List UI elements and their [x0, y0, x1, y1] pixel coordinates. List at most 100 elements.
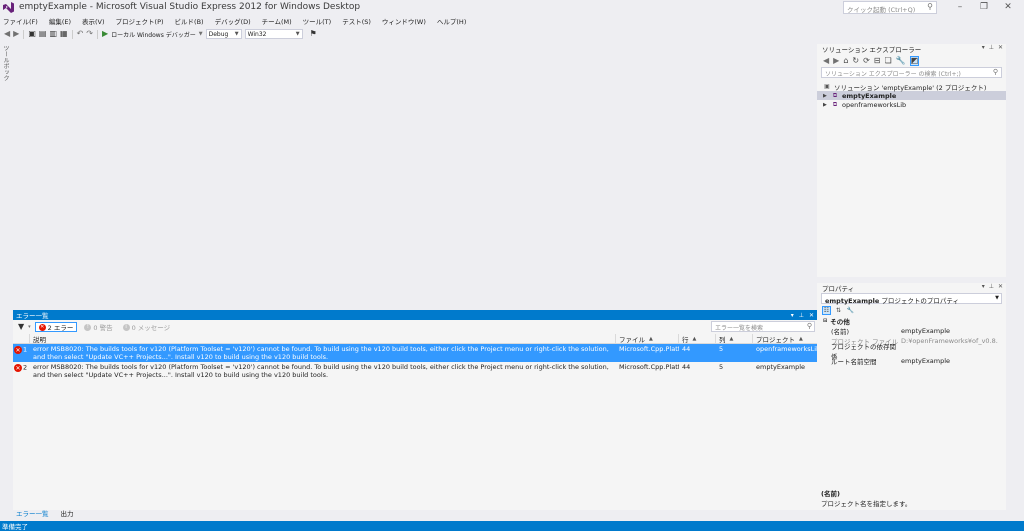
preview-icon[interactable]: ◩: [909, 55, 920, 66]
messages-filter-button[interactable]: i 0 メッセージ: [120, 322, 174, 332]
forward-icon[interactable]: ▶: [833, 56, 839, 65]
title-bar: emptyExample - Microsoft Visual Studio E…: [0, 0, 1024, 15]
solution-search-input[interactable]: ソリューション エクスプローラー の検索 (Ctrl+;) ⚲: [821, 67, 1002, 78]
menu-build[interactable]: ビルド(B): [175, 16, 204, 26]
start-debugging-icon[interactable]: ▶: [102, 30, 108, 38]
pin-icon[interactable]: ⊥: [989, 44, 994, 51]
error-list-search-input[interactable]: エラー一覧を検索 ⚲: [711, 321, 815, 332]
close-icon[interactable]: ✕: [809, 312, 814, 319]
close-icon[interactable]: ✕: [998, 283, 1003, 290]
property-row[interactable]: プロジェクトの依存関係: [821, 343, 1002, 361]
property-value[interactable]: emptyExample: [901, 327, 1002, 335]
property-description: (名前) プロジェクト名を指定します。: [821, 488, 911, 508]
errors-filter-button[interactable]: ✕ 2 エラー: [34, 322, 78, 332]
panel-title: ソリューション エクスプローラー: [822, 46, 922, 54]
find-in-files-icon[interactable]: ⚑: [310, 30, 317, 38]
debugger-label[interactable]: ローカル Windows デバッガー: [111, 30, 196, 39]
home-icon[interactable]: ⌂: [843, 56, 848, 65]
properties-object-selector[interactable]: emptyExample プロジェクトのプロパティ ▼: [821, 293, 1002, 305]
property-pages-icon[interactable]: 🔧: [846, 306, 855, 315]
refresh-icon[interactable]: ⟳: [863, 56, 870, 65]
save-all-icon[interactable]: ▦: [60, 30, 68, 38]
header-line[interactable]: 行 ▲: [679, 334, 716, 344]
error-row[interactable]: ✕ 2 error MSB8020: The builds tools for v…: [13, 362, 817, 380]
close-button[interactable]: ✕: [999, 0, 1017, 14]
property-category[interactable]: ⊟ その他: [821, 316, 1002, 326]
error-line: 44: [682, 363, 691, 371]
quick-launch-input[interactable]: クイック起動 (Ctrl+Q) ⚲: [843, 1, 937, 14]
alphabetical-icon[interactable]: ⇅: [834, 306, 843, 315]
save-icon[interactable]: ▥: [49, 30, 57, 38]
header-description[interactable]: 説明: [30, 334, 616, 344]
minimize-button[interactable]: –: [951, 0, 969, 14]
chevron-down-icon[interactable]: ▾: [28, 324, 31, 330]
warnings-filter-button[interactable]: ! 0 警告: [81, 322, 115, 332]
menu-debug[interactable]: デバッグ(D): [215, 16, 251, 26]
toolbox-tab[interactable]: ツールボックス: [1, 45, 10, 85]
menu-tools[interactable]: ツール(T): [303, 16, 332, 26]
back-icon[interactable]: ◀: [823, 56, 829, 65]
menu-file[interactable]: ファイル(F): [3, 16, 38, 26]
undo-icon[interactable]: ↶: [77, 30, 84, 38]
menu-team[interactable]: チーム(M): [262, 16, 292, 26]
dropdown-icon[interactable]: ▾: [791, 312, 794, 319]
tab-error-list[interactable]: エラー一覧: [13, 507, 52, 519]
collapse-all-icon[interactable]: ⊟: [874, 56, 881, 65]
menu-help[interactable]: ヘルプ(H): [437, 16, 466, 26]
properties-wrench-icon[interactable]: 🔧: [896, 56, 906, 65]
panel-title: プロパティ: [822, 285, 855, 293]
categorized-icon[interactable]: ☷: [822, 305, 831, 315]
error-line: 44: [682, 345, 691, 353]
solution-icon: ▣: [824, 83, 830, 90]
header-project[interactable]: プロジェクト ▲: [753, 334, 817, 344]
chevron-down-icon: ▼: [995, 295, 999, 301]
property-value[interactable]: emptyExample: [901, 357, 1002, 365]
tree-item-openframeworkslib[interactable]: ▶ ⧉ openframeworksLib: [817, 100, 1006, 109]
expand-icon[interactable]: ▶: [823, 102, 831, 108]
show-all-files-icon[interactable]: ❏: [885, 56, 892, 65]
quick-launch-placeholder: クイック起動 (Ctrl+Q): [847, 6, 916, 14]
restore-button[interactable]: ❐: [975, 0, 993, 14]
forward-icon[interactable]: ▶: [13, 30, 19, 38]
error-file: Microsoft.Cpp.Platfo: [619, 363, 679, 371]
menu-project[interactable]: プロジェクト(P): [116, 16, 164, 26]
pin-icon[interactable]: ⊥: [989, 283, 994, 290]
tree-item-solution[interactable]: ▣ ソリューション 'emptyExample' (2 プロジェクト): [817, 82, 1006, 92]
header-file[interactable]: ファイル ▲: [616, 334, 679, 344]
sort-icon: ▲: [649, 335, 653, 342]
configuration-dropdown[interactable]: Debug ▼: [205, 29, 242, 39]
column-label: 説明: [33, 335, 46, 344]
back-icon[interactable]: ◀: [4, 30, 10, 38]
sync-icon[interactable]: ↻: [852, 56, 859, 65]
menu-view[interactable]: 表示(V): [82, 16, 105, 26]
error-list-panel: エラー一覧 ▾ ⊥ ✕ ▼ ▾ ✕ 2 エラー ! 0 警告 i 0 メッセージ エ…: [13, 310, 817, 518]
property-value[interactable]: D:¥openFrameworks¥of_v0.8.: [901, 337, 1002, 345]
sort-icon: ▲: [729, 335, 734, 342]
new-project-icon[interactable]: ▣: [28, 30, 36, 38]
menu-bar: ファイル(F) 編集(E) 表示(V) プロジェクト(P) ビルド(B) デバッ…: [0, 15, 1024, 27]
tree-item-label: ソリューション 'emptyExample' (2 プロジェクト): [834, 83, 987, 92]
tab-output[interactable]: 出力: [58, 507, 77, 519]
close-icon[interactable]: ✕: [998, 44, 1003, 51]
menu-edit[interactable]: 編集(E): [49, 16, 71, 26]
property-row[interactable]: ルート名前空間 emptyExample: [821, 356, 1002, 366]
chevron-down-icon[interactable]: ▼: [199, 31, 203, 37]
collapse-icon[interactable]: ⊟: [823, 318, 827, 324]
filter-icon[interactable]: ▼: [18, 323, 24, 331]
properties-title: プロパティ ▾ ⊥ ✕: [817, 283, 1006, 293]
property-row[interactable]: (名前) emptyExample: [821, 326, 1002, 336]
error-row[interactable]: ✕ 1 error MSB8020: The builds tools for v…: [13, 344, 817, 362]
menu-test[interactable]: テスト(S): [342, 16, 371, 26]
pin-icon[interactable]: ⊥: [799, 312, 804, 319]
dropdown-icon[interactable]: ▾: [982, 283, 985, 290]
redo-icon[interactable]: ↷: [86, 30, 93, 38]
error-icon: ✕: [14, 346, 22, 354]
expand-icon[interactable]: ▶: [823, 93, 831, 99]
dropdown-icon[interactable]: ▾: [982, 44, 985, 51]
error-search-placeholder: エラー一覧を検索: [715, 325, 764, 332]
menu-window[interactable]: ウィンドウ(W): [382, 16, 426, 26]
tree-item-emptyexample[interactable]: ▶ ⧉ emptyExample: [817, 91, 1006, 100]
platform-dropdown[interactable]: Win32 ▼: [244, 29, 303, 39]
header-column[interactable]: 列 ▲: [716, 334, 753, 344]
open-file-icon[interactable]: ▤: [39, 30, 47, 38]
